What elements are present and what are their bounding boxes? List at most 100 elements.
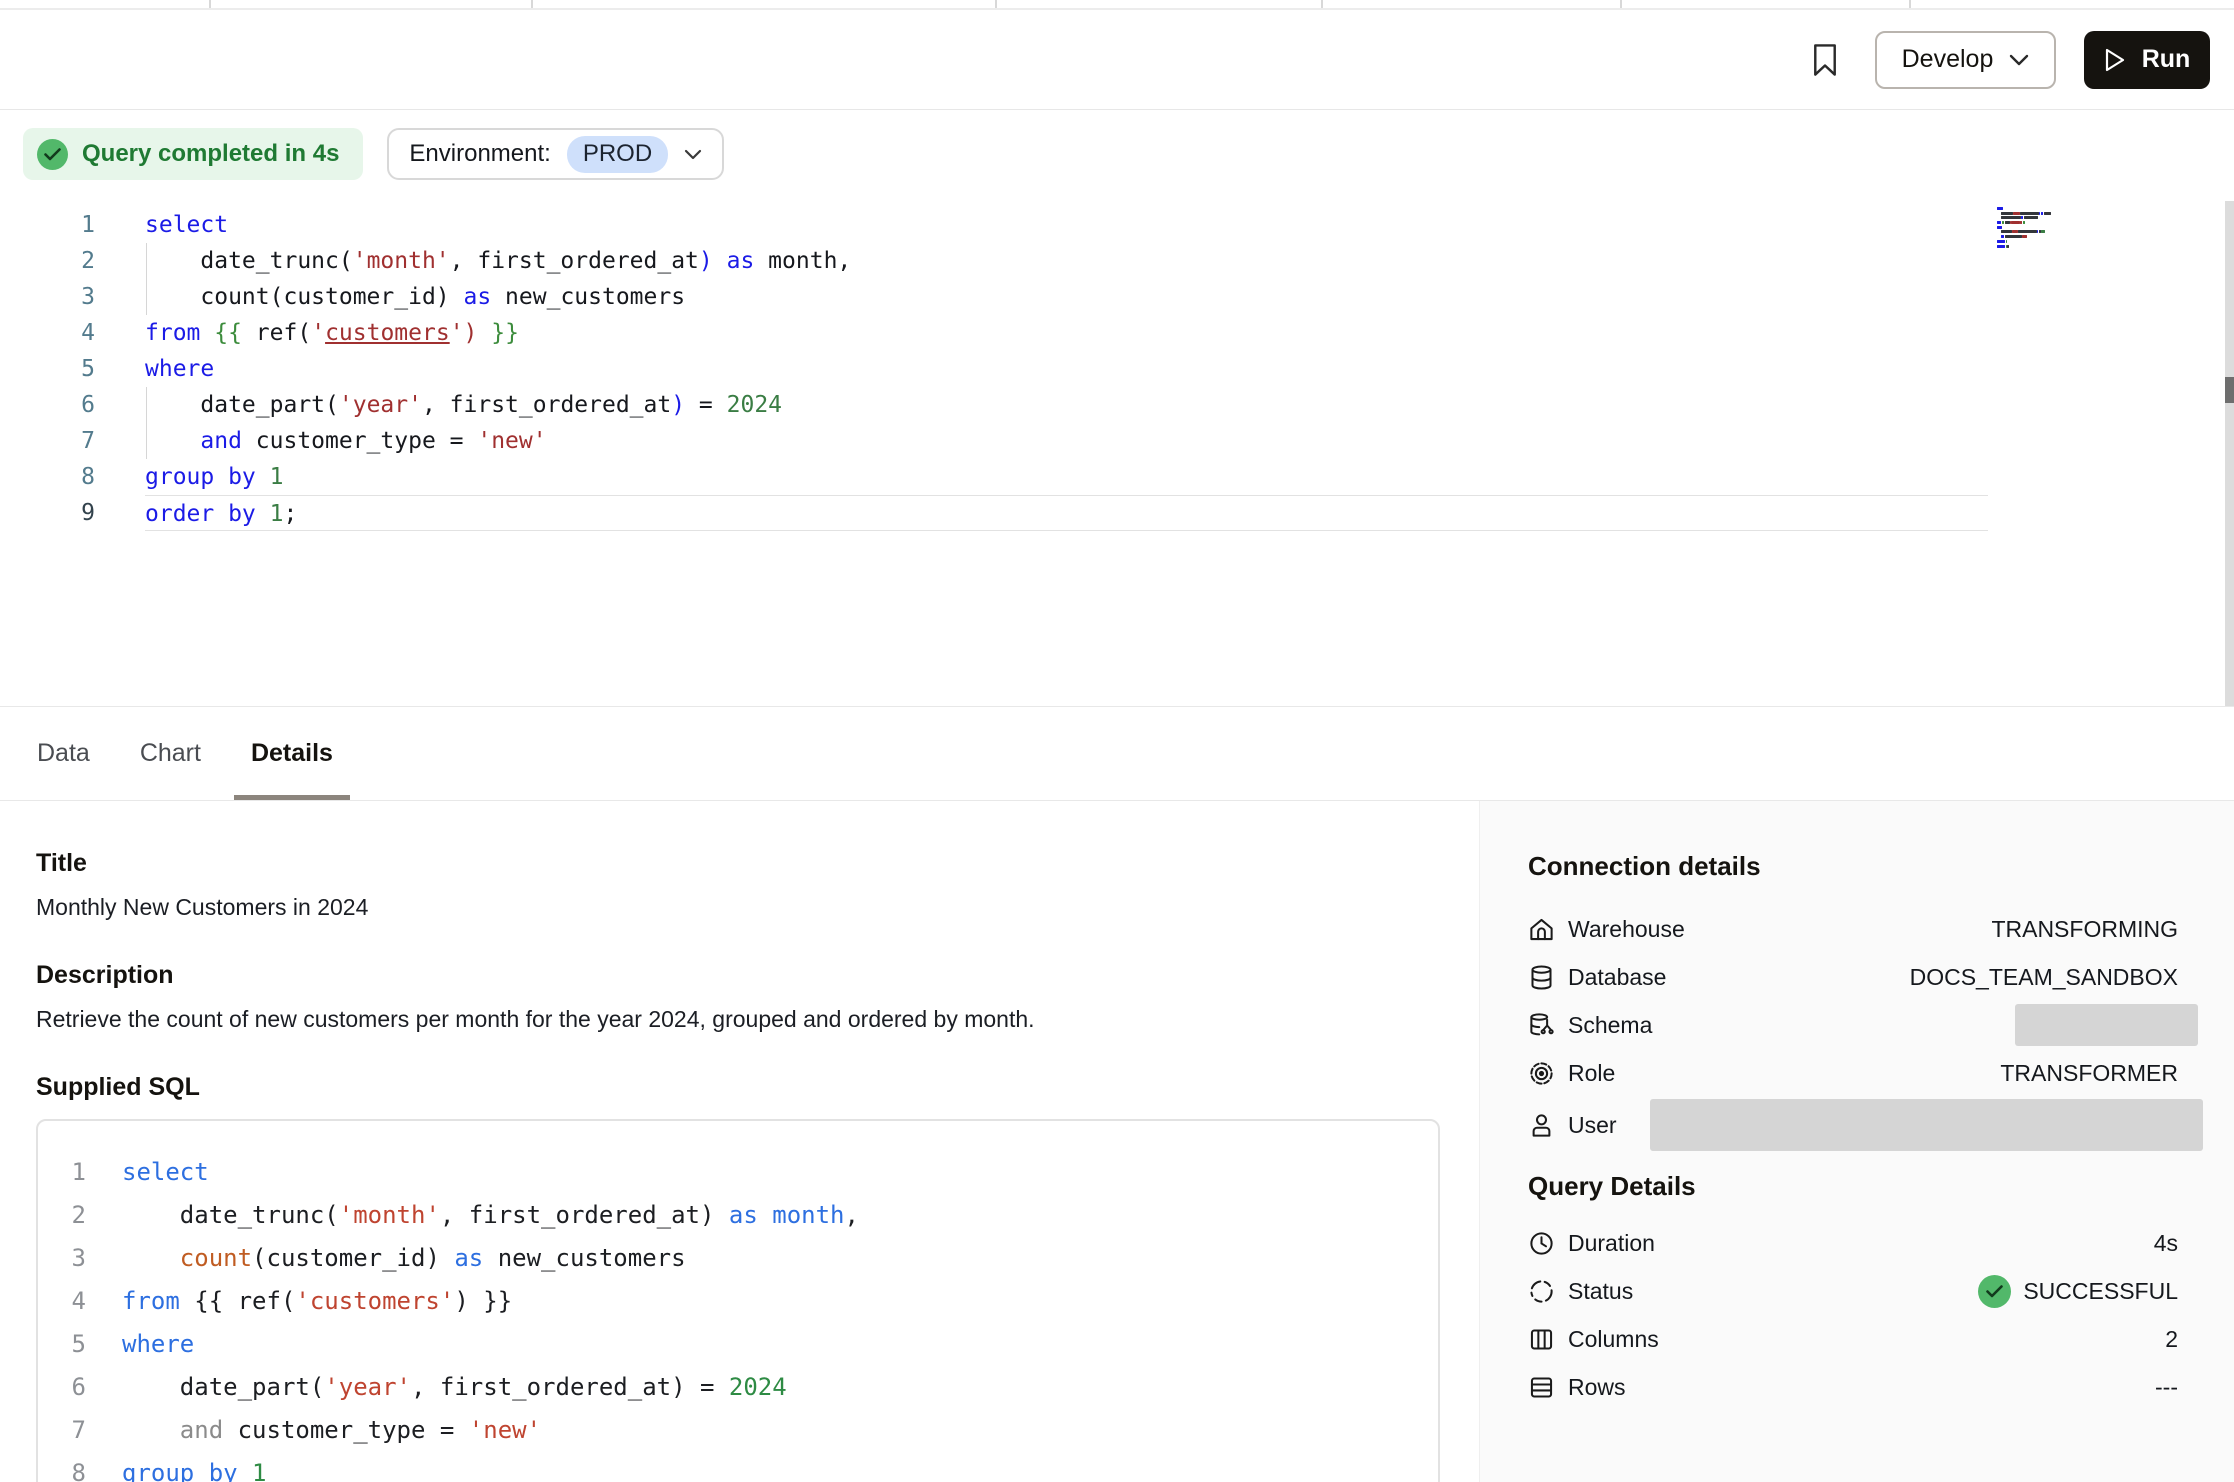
tab-details[interactable]: Details: [234, 707, 350, 800]
code-line: 6 date_part('year', first_ordered_at) = …: [38, 1366, 1438, 1409]
code-line: 1select: [0, 207, 2234, 243]
line-number: 9: [0, 495, 95, 531]
editor-minimap[interactable]: [1995, 203, 2109, 253]
code-line: 1select: [38, 1151, 1438, 1194]
line-number: 1: [38, 1151, 86, 1194]
rows-label: Rows: [1568, 1374, 1626, 1401]
editor-scrollbar[interactable]: [2225, 201, 2234, 706]
line-number: 4: [0, 315, 95, 351]
code-line: 3 count(customer_id) as new_customers: [0, 279, 2234, 315]
chevron-down-icon: [684, 149, 702, 160]
line-number: 2: [38, 1194, 86, 1237]
role-value: TRANSFORMER: [2000, 1060, 2178, 1087]
tab-chart[interactable]: Chart: [123, 707, 218, 800]
success-check-icon: [1978, 1275, 2011, 1308]
status-spinner-icon: [1528, 1278, 1555, 1305]
header-toolbar: Develop Run: [0, 10, 2234, 110]
minimap-line: [1997, 230, 2107, 233]
user-row: User: [1528, 1097, 2178, 1153]
query-status-badge: Query completed in 4s: [23, 128, 363, 180]
line-number: 1: [0, 207, 95, 243]
user-label: User: [1568, 1112, 1617, 1139]
database-label: Database: [1568, 964, 1666, 991]
columns-value: 2: [2165, 1326, 2178, 1353]
title-heading: Title: [36, 847, 1439, 879]
indent-guide: [146, 387, 147, 423]
minimap-line: [1997, 216, 2107, 219]
develop-button[interactable]: Develop: [1875, 31, 2056, 89]
minimap-line: [1997, 226, 2107, 229]
minimap-line: [1997, 235, 2107, 238]
line-number: 7: [38, 1409, 86, 1452]
chevron-down-icon: [2009, 54, 2029, 66]
line-number: 3: [38, 1237, 86, 1280]
warehouse-value: TRANSFORMING: [1991, 916, 2178, 943]
environment-select[interactable]: Environment: PROD: [387, 128, 724, 180]
role-row: Role TRANSFORMER: [1528, 1049, 2178, 1097]
supplied-sql-block: 1select2 date_trunc('month', first_order…: [36, 1119, 1440, 1482]
line-number: 7: [0, 423, 95, 459]
minimap-line: [1997, 212, 2107, 215]
duration-label: Duration: [1568, 1230, 1655, 1257]
tab-strip-divider: [995, 0, 997, 8]
query-details-heading: Query Details: [1528, 1169, 2178, 1203]
minimap-line: [1997, 221, 2107, 224]
line-number: 8: [38, 1452, 86, 1482]
tab-strip-divider: [1321, 0, 1323, 8]
develop-button-label: Develop: [1902, 45, 1994, 74]
duration-row: Duration 4s: [1528, 1219, 2178, 1267]
code-line: 4from {{ ref('customers') }}: [0, 315, 2234, 351]
status-value: SUCCESSFUL: [2023, 1278, 2178, 1305]
code-line: 2 date_trunc('month', first_ordered_at) …: [38, 1194, 1438, 1237]
status-label: Status: [1568, 1278, 1633, 1305]
columns-label: Columns: [1568, 1326, 1659, 1353]
columns-icon: [1528, 1326, 1555, 1353]
editor-scrollbar-thumb[interactable]: [2225, 377, 2234, 403]
code-line: 9order by 1;: [0, 495, 2234, 531]
sql-editor[interactable]: 1select2 date_trunc('month', first_order…: [0, 198, 2234, 706]
description-heading: Description: [36, 959, 1439, 991]
environment-value-badge: PROD: [567, 136, 668, 173]
database-row: Database DOCS_TEAM_SANDBOX: [1528, 953, 2178, 1001]
user-redacted-value: [1650, 1099, 2203, 1151]
warehouse-label: Warehouse: [1568, 916, 1685, 943]
description-value: Retrieve the count of new customers per …: [36, 1005, 1439, 1033]
query-status-row: Query completed in 4s Environment: PROD: [0, 110, 2234, 198]
code-line: 8group by 1: [0, 459, 2234, 495]
code-line: 4from {{ ref('customers') }}: [38, 1280, 1438, 1323]
line-number: 8: [0, 459, 95, 495]
status-row: Status SUCCESSFUL: [1528, 1267, 2178, 1315]
title-value: Monthly New Customers in 2024: [36, 893, 1439, 921]
query-status-text: Query completed in 4s: [82, 140, 339, 168]
connection-details-heading: Connection details: [1528, 849, 2178, 883]
line-number: 5: [0, 351, 95, 387]
tab-data[interactable]: Data: [20, 707, 107, 800]
code-line: 5where: [0, 351, 2234, 387]
code-line: 6 date_part('year', first_ordered_at) = …: [0, 387, 2234, 423]
minimap-line: [1997, 240, 2107, 243]
schema-row: Schema: [1528, 1001, 2178, 1049]
code-line: 3 count(customer_id) as new_customers: [38, 1237, 1438, 1280]
details-panel: Title Monthly New Customers in 2024 Desc…: [0, 801, 1479, 1482]
line-number: 6: [38, 1366, 86, 1409]
tab-strip-divider: [1909, 0, 1911, 8]
bookmark-icon[interactable]: [1803, 38, 1847, 82]
line-number: 4: [38, 1280, 86, 1323]
rows-row: Rows ---: [1528, 1363, 2178, 1411]
code-line: 7 and customer_type = 'new': [0, 423, 2234, 459]
minimap-line: [1997, 207, 2107, 210]
line-number: 2: [0, 243, 95, 279]
duration-icon: [1528, 1230, 1555, 1257]
database-icon: [1528, 964, 1555, 991]
role-label: Role: [1568, 1060, 1615, 1087]
top-tab-strip: [0, 0, 2234, 10]
tab-strip-divider: [531, 0, 533, 8]
connection-panel: Connection details Warehouse TRANSFORMIN…: [1479, 801, 2234, 1482]
code-line: 2 date_trunc('month', first_ordered_at) …: [0, 243, 2234, 279]
line-number: 6: [0, 387, 95, 423]
database-value: DOCS_TEAM_SANDBOX: [1910, 964, 2178, 991]
duration-value: 4s: [2154, 1230, 2178, 1257]
run-button[interactable]: Run: [2084, 31, 2210, 89]
role-icon: [1528, 1060, 1555, 1087]
play-icon: [2104, 48, 2126, 72]
